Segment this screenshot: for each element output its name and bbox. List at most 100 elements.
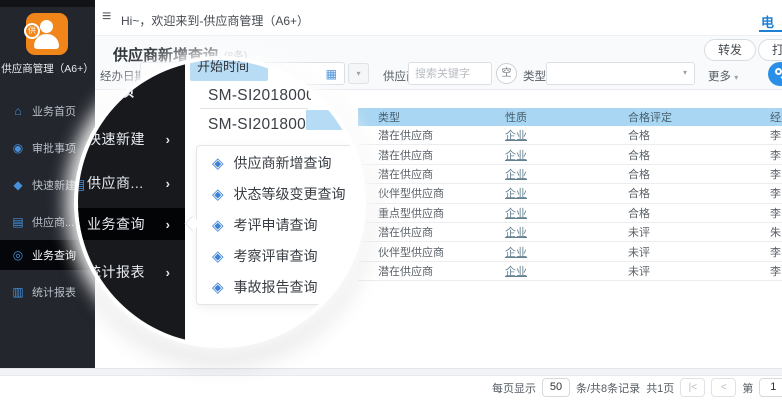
column-header[interactable]: 合格评定 xyxy=(628,109,770,125)
cell-type: 潜在供应商 xyxy=(378,127,505,143)
type-select[interactable]: ▾ xyxy=(546,62,695,85)
cell-nature-link[interactable]: 企业 xyxy=(505,147,628,163)
cell-qualification: 合格 xyxy=(628,185,770,201)
calendar-icon[interactable]: ▦ xyxy=(326,67,337,81)
cell-handler: 李 xyxy=(770,244,782,260)
cell-nature-link[interactable]: 企业 xyxy=(505,127,628,143)
cell-nature-link[interactable]: 企业 xyxy=(505,244,628,260)
cell-qualification: 未评 xyxy=(628,224,770,240)
cell-qualification: 合格 xyxy=(628,166,770,182)
column-header[interactable]: 性质 xyxy=(505,109,628,125)
table-row[interactable]: 潜在供应商企业合格李 xyxy=(358,165,782,184)
page-number-input[interactable]: 1 xyxy=(759,378,782,397)
chevron-right-icon: › xyxy=(166,176,170,191)
table-row[interactable]: 潜在供应商企业未评朱 xyxy=(358,223,782,242)
submenu-item-supplier-new-query[interactable]: ◈ 供应商新增查询 xyxy=(197,147,362,178)
submenu-item-incident-report-query[interactable]: ◈ 事故报告查询 xyxy=(197,271,362,302)
cell-nature-link[interactable]: 企业 xyxy=(505,263,628,279)
table-row[interactable]: 伙伴型供应商企业合格李 xyxy=(358,184,782,203)
table-row[interactable]: 伙伴型供应商企业未评李 xyxy=(358,242,782,261)
sidebar-item-label: 统计报表 xyxy=(32,284,76,300)
cell-type: 潜在供应商 xyxy=(378,166,505,182)
bottom-divider xyxy=(0,368,782,376)
first-page-button[interactable]: |< xyxy=(680,378,705,397)
table-row[interactable]: 潜在供应商企业未评李 xyxy=(358,262,782,281)
chevron-down-icon: ▾ xyxy=(356,69,360,78)
magnified-menu-reports[interactable]: 统计报表 › xyxy=(78,257,185,287)
hamburger-icon[interactable]: ≡ xyxy=(102,8,111,26)
cell-nature-link[interactable]: 企业 xyxy=(505,224,628,240)
magnified-sidebar xyxy=(78,60,185,344)
top-bar: ≡ Hi~，欢迎来到-供应商管理（A6+） 电 xyxy=(95,0,782,36)
table-header-row: 类型 性质 合格评定 经办人 xyxy=(358,108,782,126)
home-icon: ⌂ xyxy=(11,104,25,118)
person-icon xyxy=(40,20,53,33)
sidebar-item-label: 审批事项 xyxy=(32,140,76,156)
query-icon: ◎ xyxy=(11,248,25,262)
total-pages-label: 共1页 xyxy=(646,380,674,396)
magnified-doc-number: SM-SI201800001 xyxy=(208,87,311,104)
flyout-submenu: ◈ 供应商新增查询 ◈ 状态等级变更查询 ◈ 考评申请查询 ◈ 考察评审查询 ◈… xyxy=(196,145,362,305)
cell-type: 重点型供应商 xyxy=(378,205,505,221)
cell-qualification: 未评 xyxy=(628,263,770,279)
table-row[interactable]: 潜在供应商企业合格李 xyxy=(358,145,782,164)
cell-nature-link[interactable]: 企业 xyxy=(505,166,628,182)
per-page-input[interactable]: 50 xyxy=(542,378,570,397)
report-icon: ▥ xyxy=(11,285,25,299)
search-button[interactable] xyxy=(768,62,782,86)
chevron-right-icon: › xyxy=(166,132,170,147)
cell-qualification: 合格 xyxy=(628,205,770,221)
sidebar-item-label: 业务查询 xyxy=(32,247,76,263)
magnified-menu-business-query[interactable]: 业务查询 › xyxy=(78,208,185,240)
submenu-item-status-change-query[interactable]: ◈ 状态等级变更查询 xyxy=(197,178,362,209)
magnified-date-selection: 开始时间 xyxy=(190,60,268,81)
magnified-menu-quick-new[interactable]: 快速新建 › xyxy=(78,124,185,154)
submenu-item-evaluation-apply-query[interactable]: ◈ 考评申请查询 xyxy=(197,209,362,240)
chevron-down-icon: ▾ xyxy=(683,68,687,77)
sidebar-top-strip xyxy=(0,0,95,7)
cell-type: 潜在供应商 xyxy=(378,224,505,240)
chevron-right-icon: › xyxy=(166,217,170,232)
prev-page-button[interactable]: < xyxy=(711,378,736,397)
cell-type: 潜在供应商 xyxy=(378,263,505,279)
per-page-label: 每页显示 xyxy=(492,380,536,396)
supplier-search-input[interactable] xyxy=(408,62,492,85)
layers-icon: ◈ xyxy=(212,154,224,172)
cell-type: 伙伴型供应商 xyxy=(378,244,505,260)
table-row[interactable]: 潜在供应商企业合格李 xyxy=(358,126,782,145)
cell-type: 潜在供应商 xyxy=(378,147,505,163)
approval-icon: ◉ xyxy=(11,141,25,155)
cell-qualification: 合格 xyxy=(628,147,770,163)
results-table: 类型 性质 合格评定 经办人 潜在供应商企业合格李 潜在供应商企业合格李 潜在供… xyxy=(358,108,782,281)
column-header[interactable]: 经办人 xyxy=(770,109,782,125)
cell-handler: 李 xyxy=(770,127,782,143)
row-divider xyxy=(200,108,308,109)
quick-new-icon: ◆ xyxy=(11,178,25,192)
top-tab-partial[interactable]: 电 xyxy=(761,12,774,31)
cell-handler: 朱 xyxy=(770,224,782,240)
sidebar-item-label: 供应商... xyxy=(32,214,74,230)
date-dropdown-button[interactable]: ▾ xyxy=(348,63,369,84)
cell-nature-link[interactable]: 企业 xyxy=(505,205,628,221)
top-tab-underline xyxy=(759,30,782,32)
print-button[interactable]: 打印 xyxy=(758,39,782,61)
column-header[interactable]: 类型 xyxy=(378,109,505,125)
magnified-header-fragment xyxy=(306,110,362,130)
table-row[interactable]: 重点型供应商企业合格李 xyxy=(358,204,782,223)
greeting-text: Hi~，欢迎来到-供应商管理（A6+） xyxy=(121,12,309,29)
magnified-menu-supplier[interactable]: 供应商... › xyxy=(78,168,185,198)
more-button[interactable]: 更多 ▾ xyxy=(708,68,738,84)
submenu-item-inspection-review-query[interactable]: ◈ 考察评审查询 xyxy=(197,240,362,271)
cell-nature-link[interactable]: 企业 xyxy=(505,185,628,201)
sidebar-item-label: 快速新建 xyxy=(32,177,76,193)
cell-handler: 李 xyxy=(770,147,782,163)
empty-filter-button[interactable]: 空 xyxy=(496,63,517,84)
search-icon xyxy=(775,68,782,75)
chevron-down-icon: ▾ xyxy=(734,73,738,82)
cell-qualification: 合格 xyxy=(628,127,770,143)
records-label: 条/共8条记录 xyxy=(576,380,640,396)
pagination: 每页显示 50 条/共8条记录 共1页 |< < 第 1 页 xyxy=(492,378,782,397)
cell-handler: 李 xyxy=(770,185,782,201)
forward-button[interactable]: 转发 xyxy=(704,39,756,61)
cell-handler: 李 xyxy=(770,263,782,279)
